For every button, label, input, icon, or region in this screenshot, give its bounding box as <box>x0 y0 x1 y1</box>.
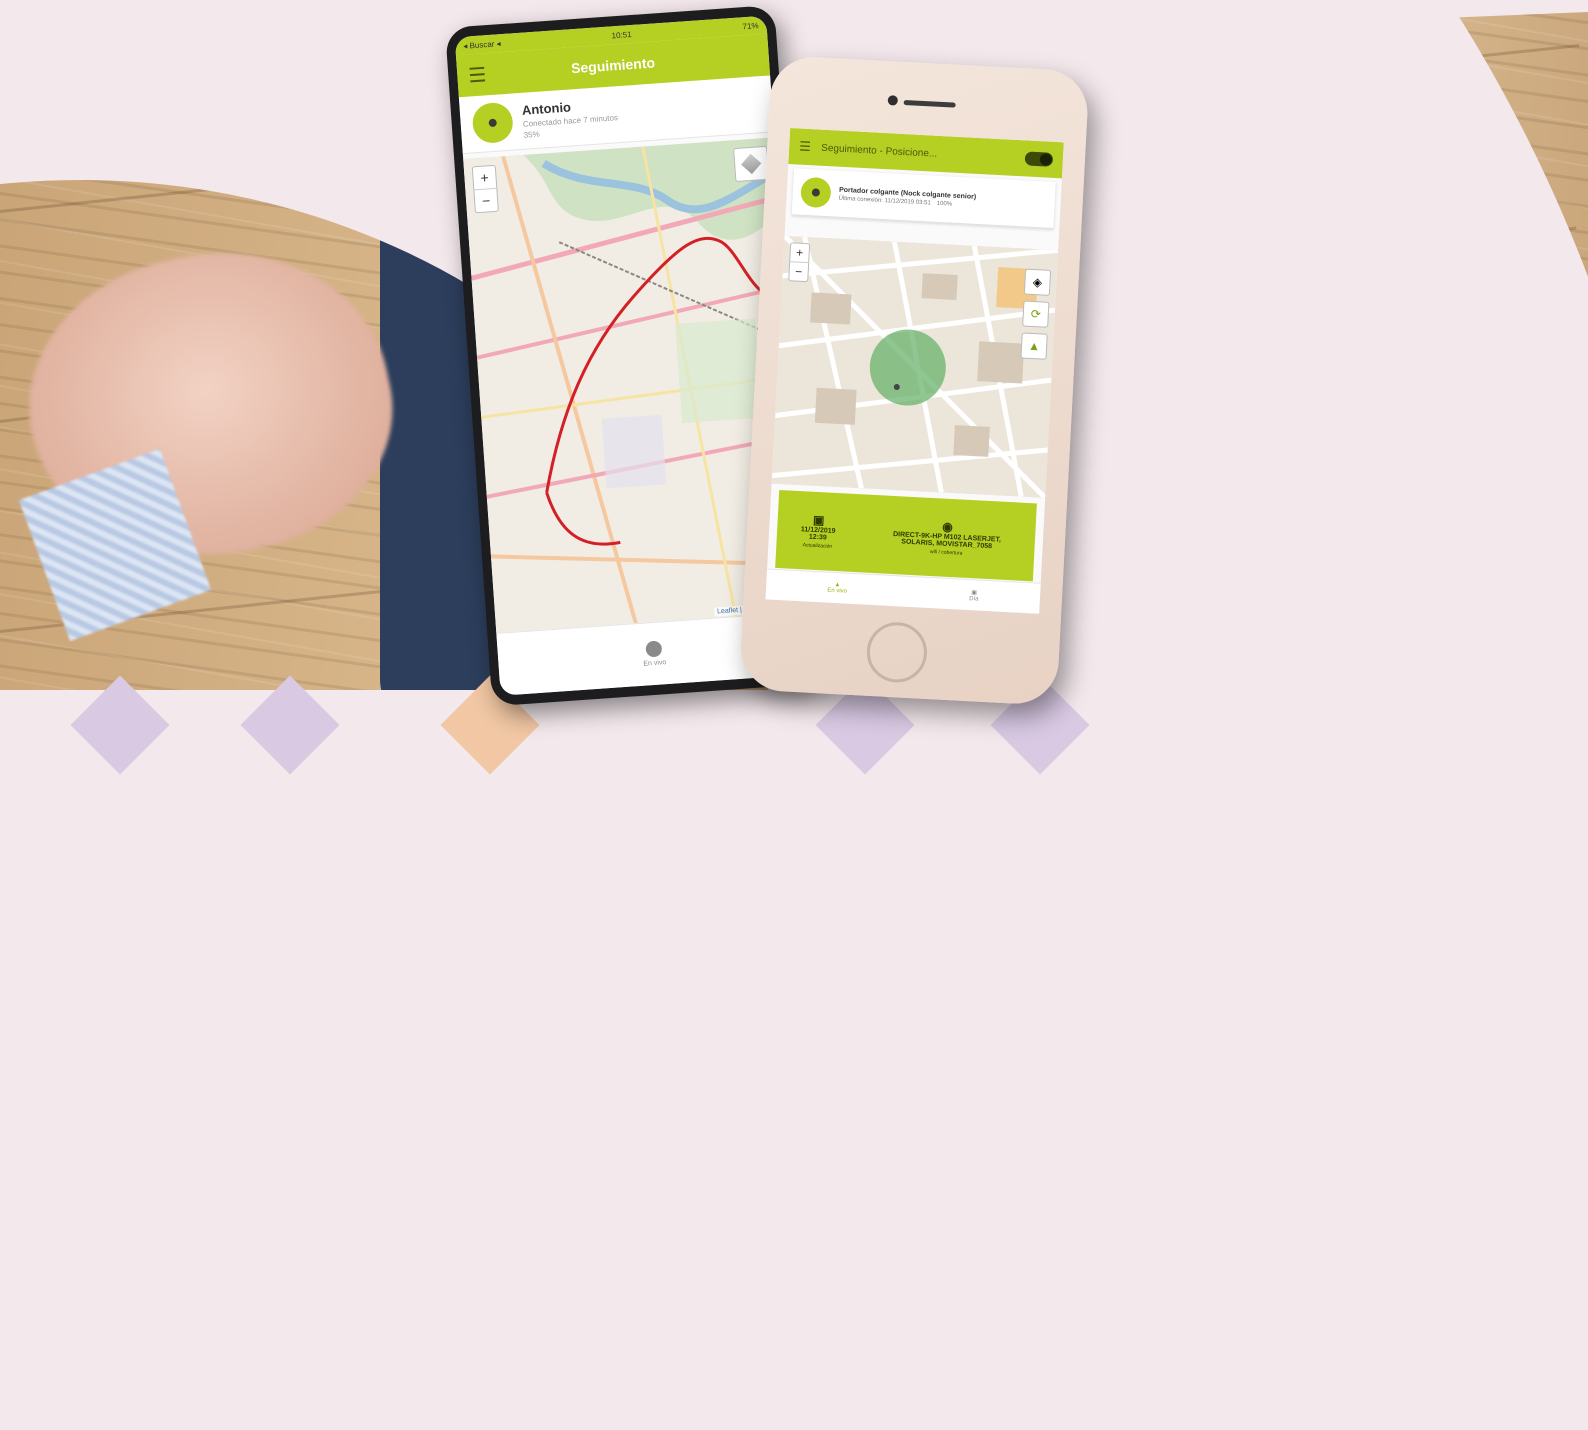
position-map[interactable]: + − ◈ ⟳ ▲ <box>771 235 1059 498</box>
device-card[interactable]: Portador colgante (Nock colgante senior)… <box>791 168 1056 229</box>
device-battery: 100% <box>936 200 953 208</box>
layers-icon <box>741 153 762 175</box>
nav-label-live[interactable]: En vivo <box>643 659 666 668</box>
map-canvas <box>771 235 1059 498</box>
timestamp-block: ▣ 11/12/2019 12:39 Actualización <box>776 511 860 551</box>
layers-button[interactable]: ◈ <box>1023 268 1052 296</box>
tab-label-live: En vivo <box>827 587 848 595</box>
belt-buckle <box>1185 502 1301 594</box>
decorative-diamond <box>70 675 170 775</box>
layers-button[interactable] <box>733 145 770 183</box>
app-title: Seguimiento <box>570 54 656 77</box>
app-title: Seguimiento - Posicione... <box>820 142 938 160</box>
decorative-diamond <box>240 675 340 775</box>
position-info-panel: ▣ 11/12/2019 12:39 Actualización ◉ DIREC… <box>775 489 1037 582</box>
zoom-in-button[interactable]: + <box>473 166 496 189</box>
zoom-control: + − <box>471 164 499 214</box>
status-battery: 71% <box>742 20 759 31</box>
tab-day[interactable]: ▣ Día <box>969 589 979 602</box>
refresh-icon: ⟳ <box>1030 306 1042 322</box>
alert-button[interactable]: ▲ <box>1020 332 1048 360</box>
tab-label-day: Día <box>969 595 979 603</box>
layers-icon: ◈ <box>1032 274 1043 290</box>
live-icon[interactable] <box>645 640 663 658</box>
status-time: 10:51 <box>611 29 632 40</box>
avatar <box>471 101 515 145</box>
zoom-in-button[interactable]: + <box>790 243 809 262</box>
zoom-control: + − <box>788 242 811 283</box>
refresh-button[interactable]: ⟳ <box>1022 300 1050 328</box>
zoom-out-button[interactable]: − <box>474 187 498 213</box>
home-button[interactable] <box>865 620 929 684</box>
menu-icon[interactable]: ☰ <box>799 139 822 156</box>
iphone-screen: ☰ Seguimiento - Posicione... Portador co… <box>765 128 1064 614</box>
speaker-grille <box>903 99 956 108</box>
camera-icon <box>887 95 899 106</box>
bell-icon: ▲ <box>1027 338 1041 354</box>
menu-icon[interactable]: ☰ <box>457 61 499 89</box>
avatar <box>800 176 832 209</box>
tab-live[interactable]: ▲ En vivo <box>827 582 847 595</box>
zoom-out-button[interactable]: − <box>789 261 809 282</box>
location-block: ◉ DIRECT-9K-HP M102 LASERJET, SOLARIS, M… <box>858 515 1036 560</box>
iphone: ☰ Seguimiento - Posicione... Portador co… <box>738 55 1090 706</box>
status-left: ◂ Buscar ◂ <box>462 38 501 51</box>
tracking-toggle[interactable] <box>1024 151 1054 167</box>
